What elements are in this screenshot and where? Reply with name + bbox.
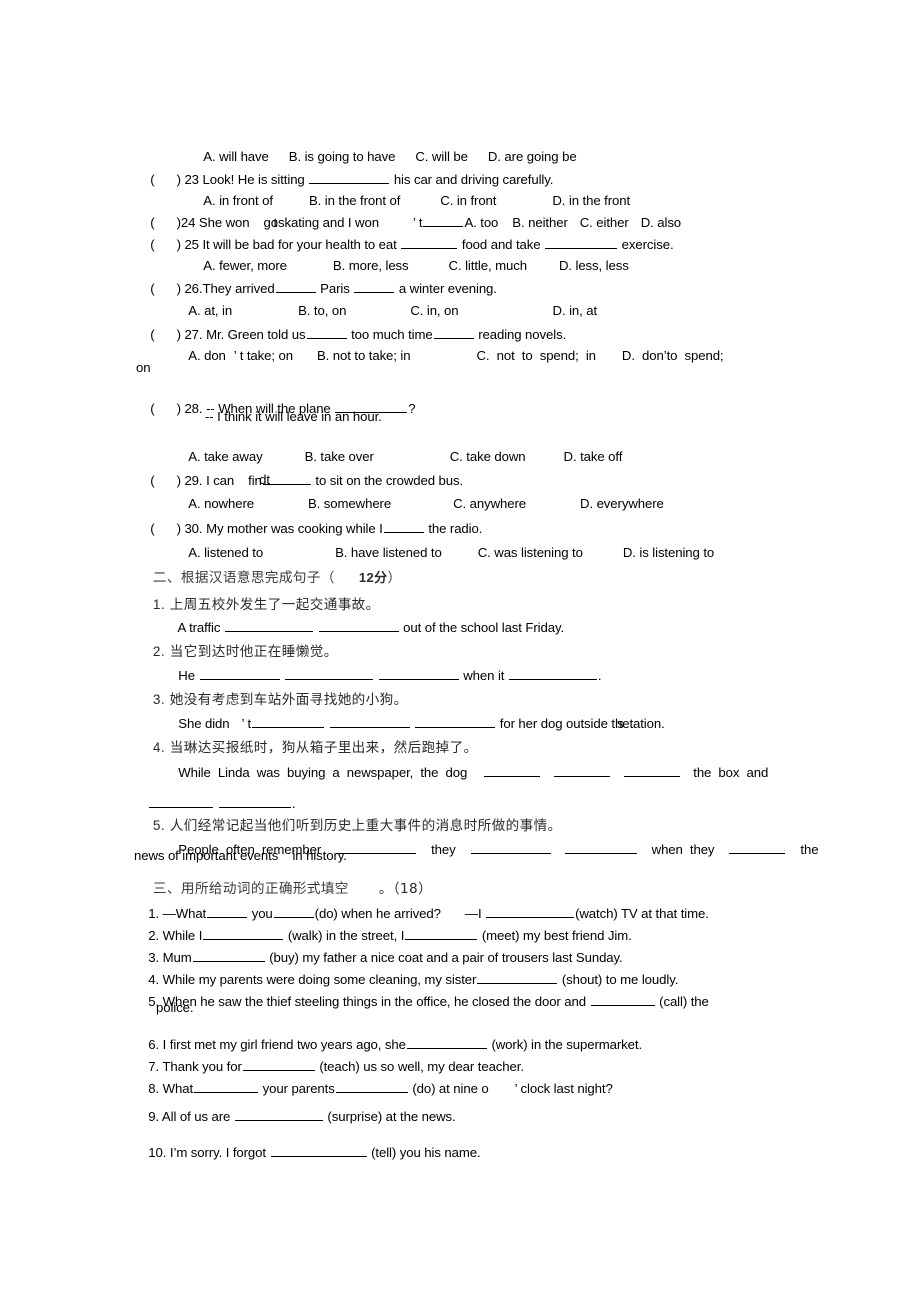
q27-option-d: D. don’to spend; [622, 348, 724, 363]
s2-item5-line1-c: when they [651, 842, 715, 858]
q29-option-d: D. everywhere [580, 496, 664, 512]
s3-item5-row: 5. When he saw the thief steeling things… [134, 978, 709, 1025]
q27-option-a-part1: A. don [188, 348, 226, 364]
q27-option-a-apos: ’ [233, 348, 237, 364]
s2-item2-english-mid: when it [463, 668, 505, 684]
q25-option-d: D. less, less [558, 258, 629, 274]
s3-item8-d: clock last night? [520, 1081, 613, 1097]
q27-option-d-wrap: on [136, 360, 151, 375]
q23-paren-close: ) [176, 172, 181, 188]
q30-option-d: D. is listening to [622, 545, 715, 561]
s2-item5-blank-2 [470, 841, 551, 855]
s3-item10-blank-1 [270, 1144, 367, 1158]
section2-heading-close: ） [387, 569, 402, 586]
s2-item4-line1-pre: While Linda was buying a newspaper, the … [178, 765, 468, 781]
s3-item5-b: (call) the [659, 994, 709, 1010]
s3-item5-blank-1 [590, 993, 655, 1007]
q27-option-d-part3: o spend; [670, 348, 724, 364]
s3-item10-b: m sorry. I forgot [176, 1145, 266, 1161]
q28-reply-row: -- I think it will leave in an hour. [205, 409, 382, 424]
s3-item9-a: All of us are [161, 1109, 231, 1125]
s2-item5-blank-4 [729, 841, 786, 855]
s2-item4-blank-3 [624, 764, 681, 778]
s3-item10-c: (tell) you his name. [371, 1145, 481, 1161]
s2-item5-line1-b: they [431, 842, 456, 858]
q26-paren-open: ( [150, 281, 155, 297]
s3-item9-blank-1 [234, 1108, 323, 1122]
q30-paren-open: ( [150, 521, 155, 537]
q27-options-row: A. don ’ t take; on B. not to take; in C. n… [174, 333, 724, 379]
s3-item8-apos: ’ [514, 1081, 517, 1097]
s2-item4-line1-post: the box and [693, 765, 769, 781]
s2-item4-blank-1 [484, 764, 541, 778]
s3-item10-row: 10. I’m sorry. I forgot (tell) you his n… [134, 1129, 481, 1176]
q27-option-d-overlap: t [667, 348, 671, 363]
q28-paren-open: ( [150, 401, 155, 417]
q23-paren-open: ( [150, 172, 155, 188]
s3-item9-b: (surprise) at the news. [327, 1109, 456, 1125]
q27-option-d-part1: D. don [621, 348, 664, 364]
s3-item8-blank-2 [335, 1080, 408, 1094]
q27-option-d-part2: t [666, 348, 671, 364]
q28-paren-close: ) [176, 401, 181, 417]
s2-item2-english-post: . [597, 668, 602, 684]
q25-paren-open: ( [150, 237, 155, 253]
q30-option-c: C. was listening to [477, 545, 583, 561]
s3-item9-number: 9. [148, 1109, 160, 1125]
q27-option-c: C. not to spend; in [476, 348, 596, 364]
q25-stem-post: exercise. [621, 237, 674, 253]
s2-item2-blank-4 [508, 667, 597, 681]
s3-item5-line2: police. [156, 1000, 194, 1015]
s3-item8-blank-1 [194, 1080, 259, 1094]
s2-item5-line1-d: the [800, 842, 819, 858]
s2-item3-overlap: es [617, 716, 629, 731]
q27-paren-open: ( [150, 327, 155, 343]
worksheet-page: A. will have B. is going to have C. will b… [0, 0, 920, 1303]
s2-item5-blank-1 [336, 841, 417, 855]
q27-option-b: B. not to take; in [316, 348, 411, 364]
q27-option-a-part2: t take; on [239, 348, 293, 364]
s2-item3-post-3: tation. [629, 716, 665, 732]
s3-item10-number: 10. [148, 1145, 167, 1161]
s2-item5-english-line2: news of important events in history. [134, 848, 347, 863]
s2-item1-english-post: out of the school last Friday. [403, 620, 565, 636]
s2-item3-post-overlap: s [617, 716, 624, 732]
q28-stem-post: ? [408, 401, 416, 417]
s3-item5-a: When he saw the thief steeling things in… [162, 994, 586, 1010]
q28-number: 28. [184, 401, 203, 417]
s2-item4-blank-2 [554, 764, 611, 778]
q27-option-a: A. don ’ t take; on [188, 348, 293, 363]
s2-item3-post-1: for her dog outside th [499, 716, 623, 732]
s2-item5-blank-3 [564, 841, 637, 855]
q25-paren-close: ) [176, 237, 181, 253]
q29-paren-open: ( [150, 473, 155, 489]
q28-option-d: D. take off [563, 449, 623, 465]
